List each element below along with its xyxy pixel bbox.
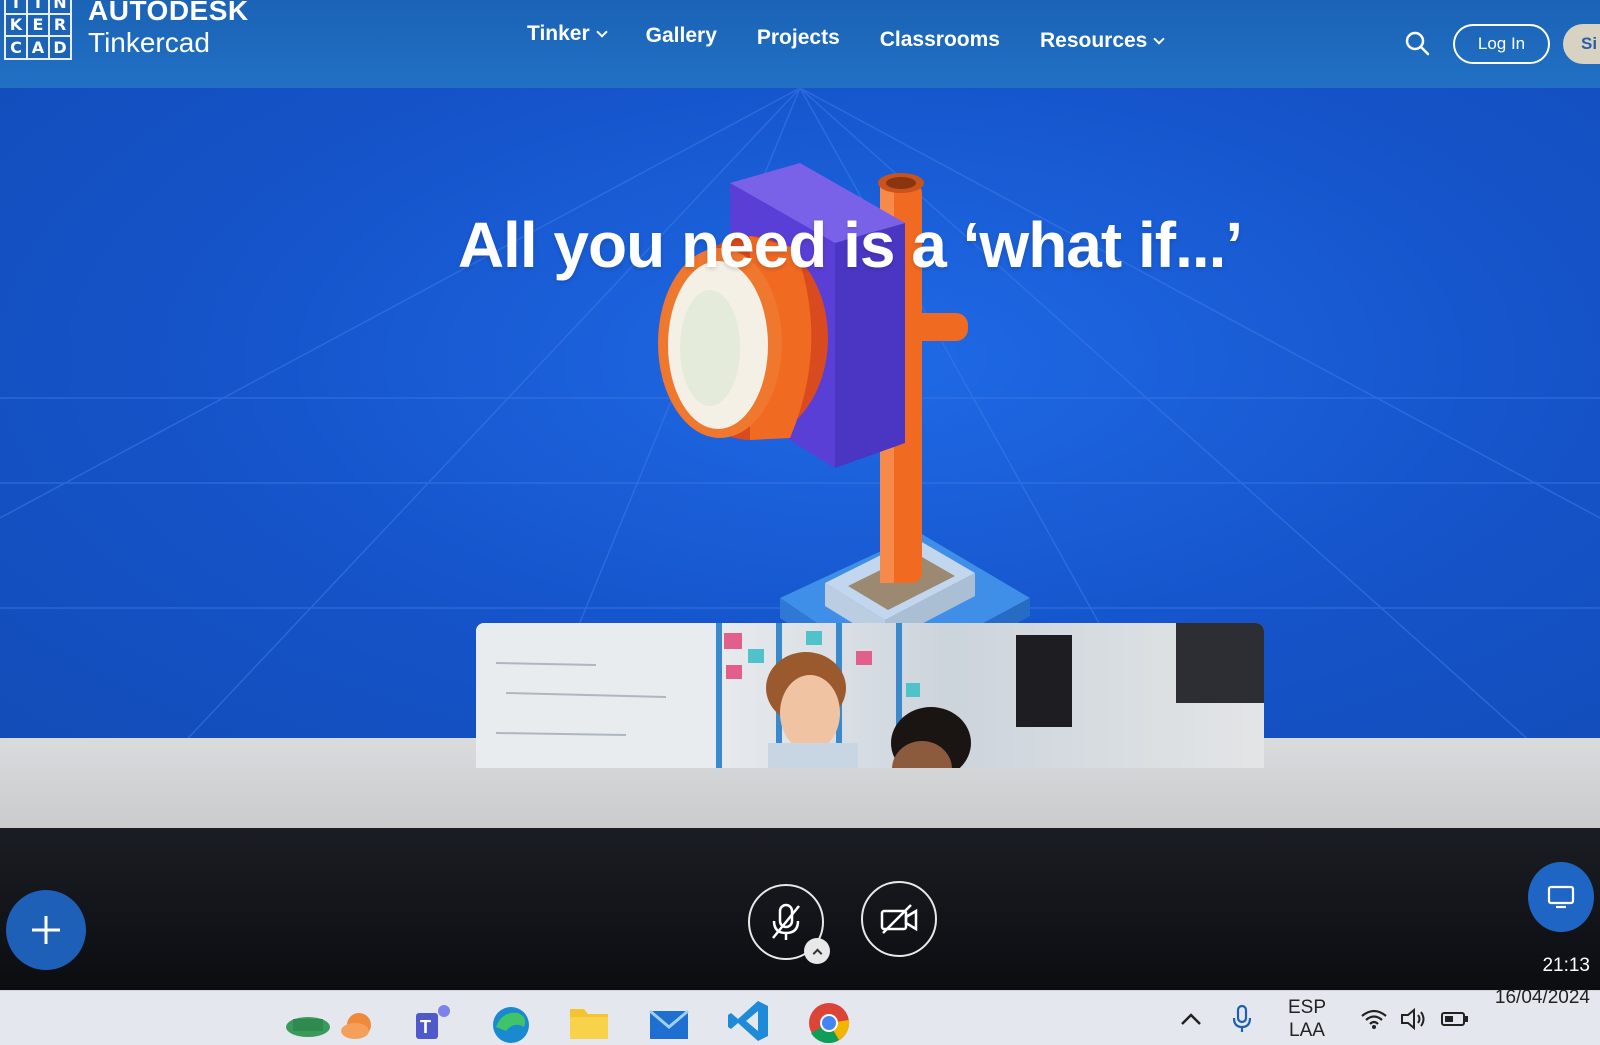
clock-time: 21:13 (1542, 955, 1590, 976)
nav-item-tinker[interactable]: Tinker (527, 16, 608, 52)
logo-letter: D (50, 37, 70, 58)
signup-label: Si (1581, 34, 1598, 53)
show-hidden-icons-button[interactable] (1180, 991, 1202, 1045)
chevron-up-icon (1181, 1012, 1201, 1025)
vscode-icon[interactable] (726, 997, 772, 1043)
chevron-down-icon (595, 25, 608, 38)
logo-letter: C (6, 37, 26, 58)
chrome-icon[interactable] (806, 997, 852, 1043)
camera-off-icon (880, 904, 918, 934)
brand-product: Tinkercad (88, 27, 210, 58)
classroom-photo-image (476, 623, 1264, 768)
logo-letter: E (28, 14, 48, 36)
chevron-down-icon (1153, 32, 1166, 45)
mail-icon[interactable] (646, 997, 692, 1043)
file-explorer-icon[interactable] (566, 997, 612, 1043)
nav-item-gallery[interactable]: Gallery (646, 18, 717, 54)
plus-icon (32, 916, 60, 944)
nav-item-label: Tinker (527, 22, 590, 45)
nav-item-resources[interactable]: Resources (1039, 23, 1166, 59)
toggle-camera-button[interactable] (861, 881, 937, 957)
wifi-icon (1361, 1009, 1387, 1029)
mic-muted-icon (772, 903, 800, 940)
logo-letter: I (28, 0, 48, 13)
meeting-toolbar (0, 828, 1600, 990)
screen-share-button[interactable] (1528, 862, 1594, 932)
main-nav: Tinker Gallery Projects Classrooms Resou… (527, 20, 1203, 59)
logo-letter: R (50, 14, 70, 36)
add-button[interactable] (6, 890, 86, 970)
battery-icon (1441, 1011, 1468, 1026)
keyboard-layout: LAA (1289, 1019, 1325, 1041)
logo-letter: K (6, 14, 26, 36)
mic-options-button[interactable] (804, 938, 830, 964)
nav-item-label: Resources (1039, 29, 1148, 52)
cooking-pot-icon[interactable] (285, 997, 331, 1043)
nav-item-label: Classrooms (879, 28, 1000, 51)
language-code: ESP (1288, 996, 1327, 1018)
site-header: T I N K E R C A D AUTODESK Tinkercad Tin… (0, 0, 1600, 88)
nav-item-label: Gallery (645, 24, 717, 47)
tinkercad-logo[interactable]: T I N K E R C A D (4, 0, 72, 60)
edge-icon[interactable] (488, 997, 534, 1043)
logo-letter: A (28, 37, 48, 58)
nav-item-classrooms[interactable]: Classrooms (880, 22, 1000, 58)
login-button[interactable]: Log In (1453, 24, 1550, 64)
clock-date: 16/04/2024 (1494, 987, 1590, 1008)
search-icon[interactable] (1404, 30, 1430, 56)
login-label: Log In (1477, 34, 1526, 53)
svg-text:T: T (420, 1017, 431, 1037)
quick-settings[interactable] (1360, 991, 1470, 1045)
microphone-tray-icon[interactable] (1232, 991, 1252, 1045)
nav-item-label: Projects (756, 26, 840, 49)
nav-item-projects[interactable]: Projects (757, 20, 840, 56)
logo-letter: T (6, 0, 26, 13)
weather-icon[interactable] (335, 997, 381, 1043)
microphone-icon (1232, 1004, 1252, 1032)
classroom-photo (476, 623, 1264, 768)
signup-button[interactable]: Si (1563, 24, 1600, 64)
clock[interactable]: 21:13 16/04/2024 (1490, 955, 1590, 1045)
screen-share-icon (1547, 885, 1575, 909)
brand-company: AUTODESK (88, 0, 249, 26)
windows-taskbar: T ESP LAA 21:13 16/04/2024 (0, 955, 1600, 1045)
volume-icon (1401, 1007, 1425, 1030)
input-language-indicator[interactable]: ESP LAA (1288, 991, 1326, 1045)
logo-letter: N (50, 0, 70, 13)
chevron-up-icon (812, 948, 822, 958)
teams-icon[interactable]: T (410, 997, 456, 1043)
brand-wordmark[interactable]: AUTODESK Tinkercad (88, 0, 249, 58)
hero-banner: All you need is a ‘what if...’ (0, 88, 1600, 768)
